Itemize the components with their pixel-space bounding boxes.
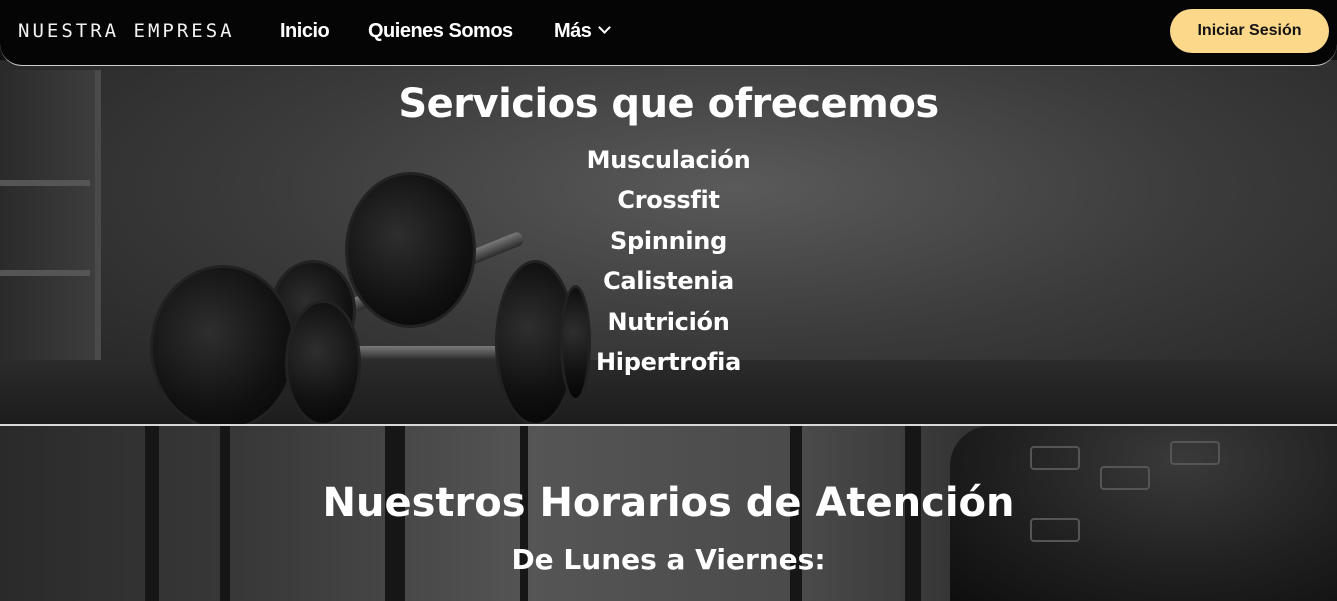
service-item: Musculación (586, 146, 751, 174)
service-item: Nutrición (607, 308, 730, 336)
service-item: Spinning (610, 227, 727, 255)
chevron-down-icon (598, 21, 612, 34)
service-item: Hipertrofia (596, 348, 741, 376)
nav-dropdown-label: Más (554, 20, 592, 42)
navbar: NUESTRA EMPRESA Inicio Quienes Somos Más… (0, 0, 1337, 66)
service-item: Crossfit (617, 186, 720, 214)
service-item: Calistenia (603, 267, 734, 295)
login-button[interactable]: Iniciar Sesión (1170, 9, 1329, 53)
nav-link-inicio[interactable]: Inicio (280, 20, 330, 43)
brand-logo[interactable]: NUESTRA EMPRESA (18, 20, 235, 42)
nav-link-quienes-somos[interactable]: Quienes Somos (368, 20, 513, 43)
hours-title: Nuestros Horarios de Atención (322, 480, 1015, 526)
services-title: Servicios que ofrecemos (398, 81, 939, 127)
hours-subtitle: De Lunes a Viernes: (511, 543, 826, 576)
nav-dropdown-mas[interactable]: Más (554, 20, 612, 43)
